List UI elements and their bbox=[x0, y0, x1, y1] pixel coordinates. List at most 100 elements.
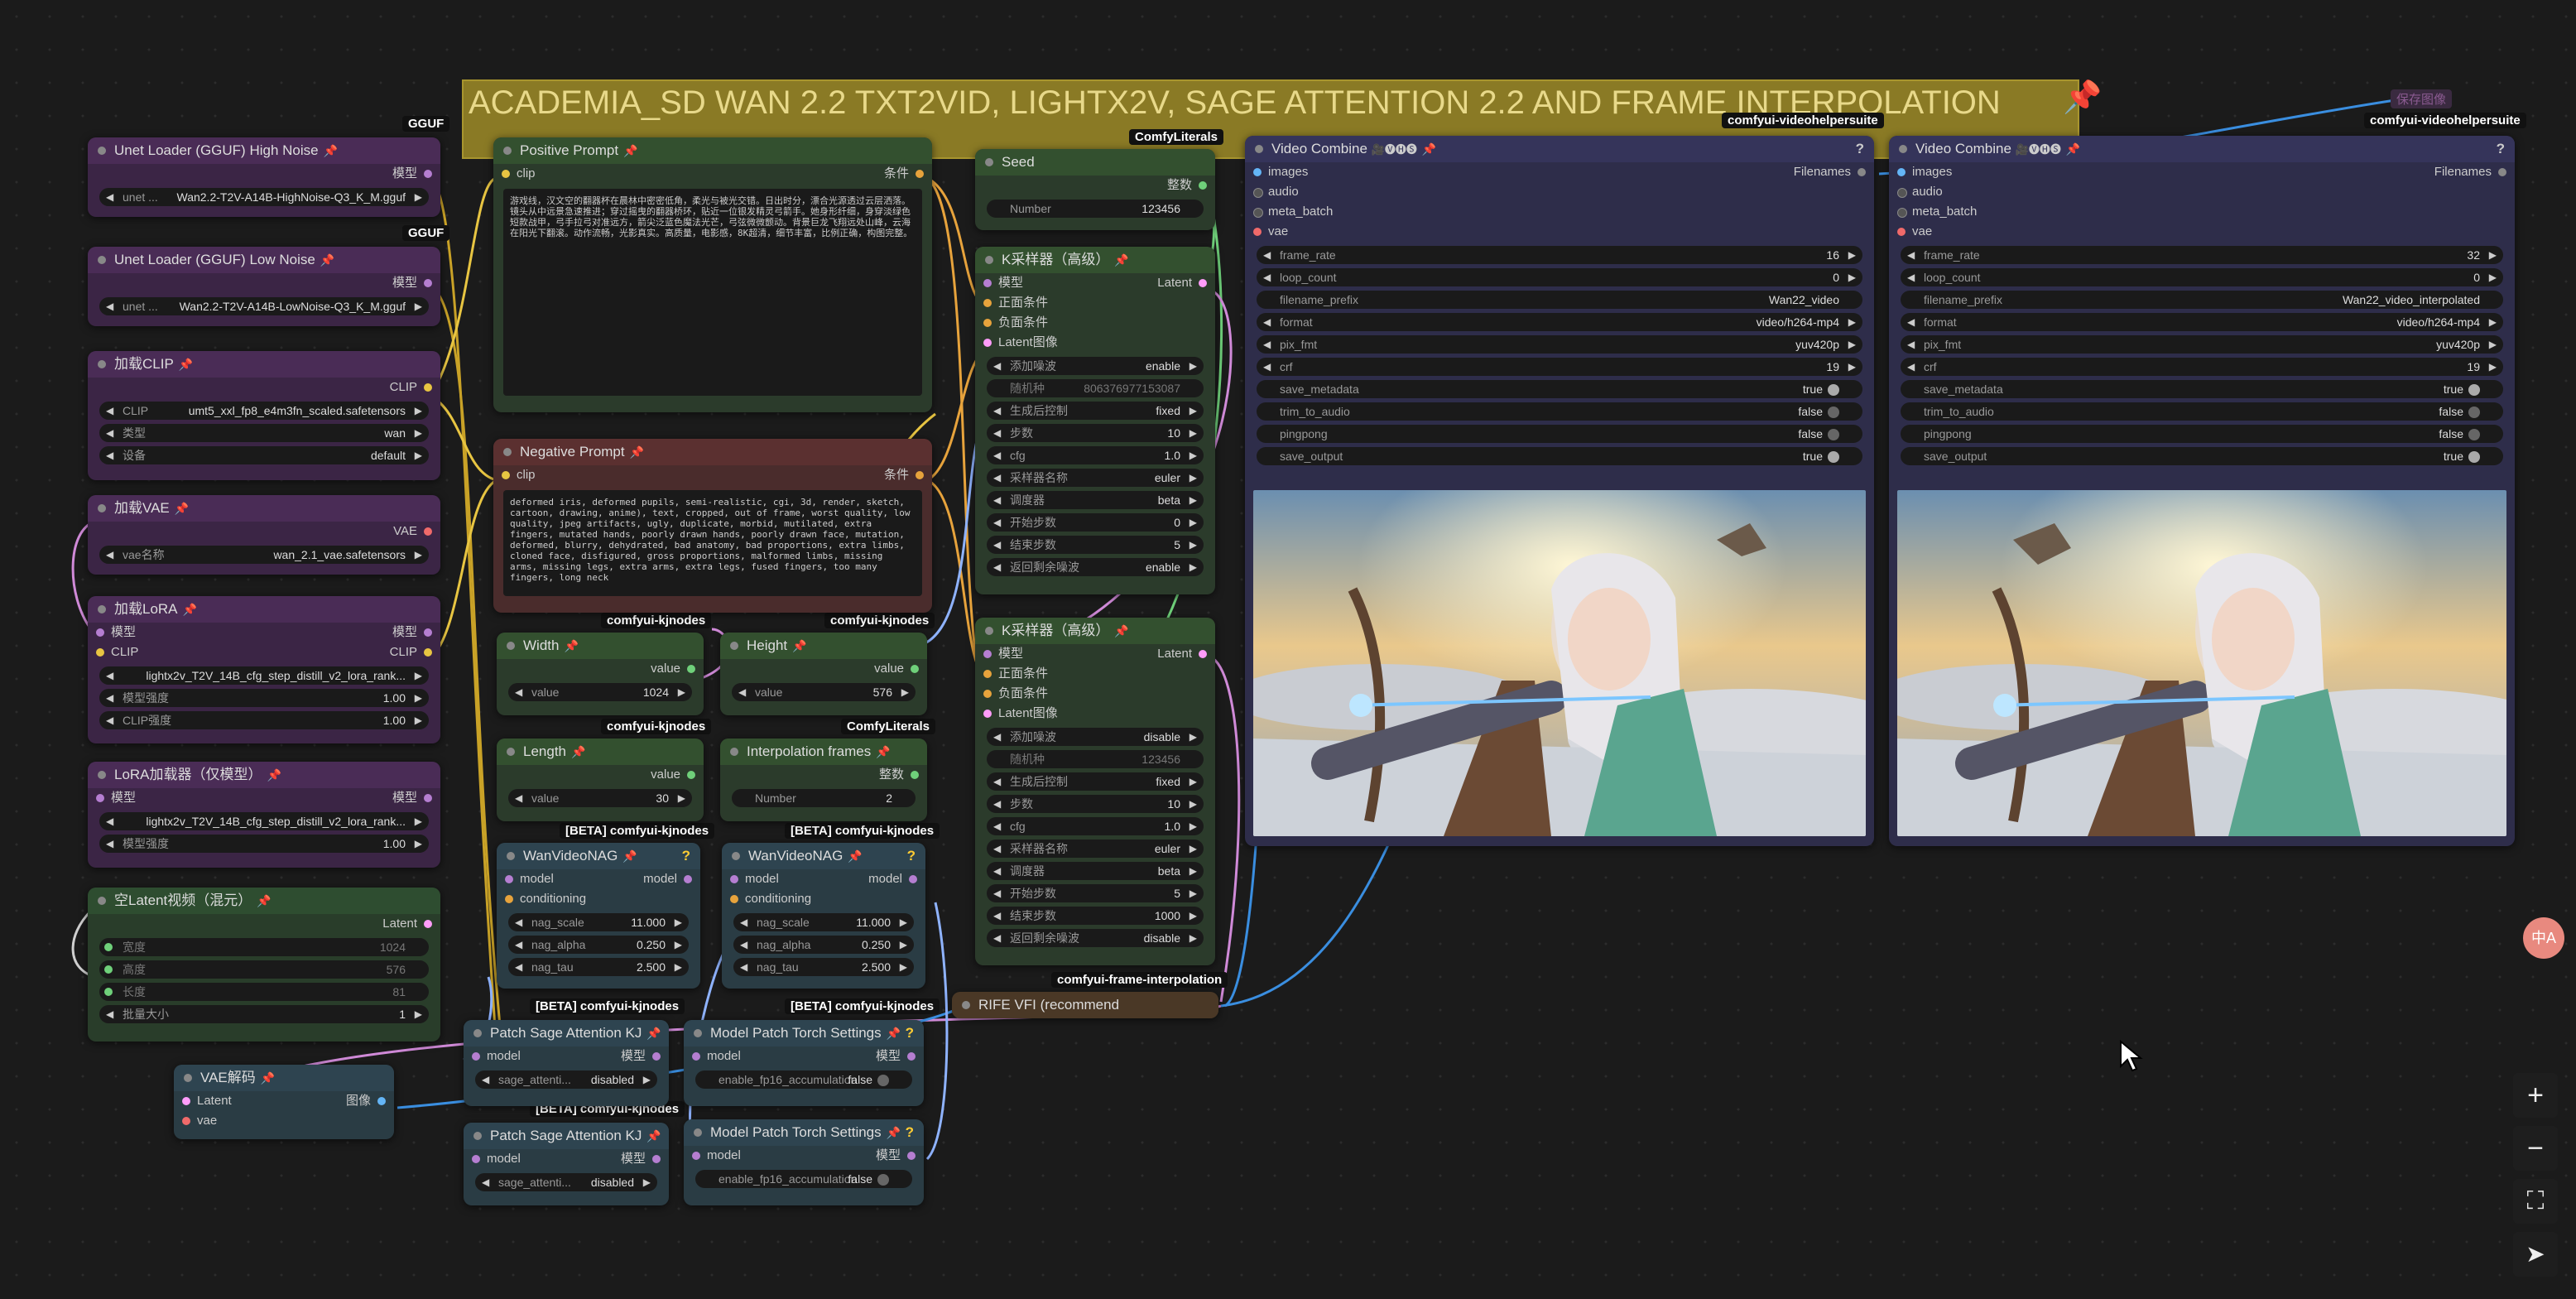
pin-icon[interactable]: 📌 bbox=[887, 1126, 901, 1139]
input-socket[interactable] bbox=[983, 279, 992, 287]
patch-sage-attention-node[interactable]: Patch Sage Attention KJ 📌 model 模型 ◀ sage_a… bbox=[464, 1123, 669, 1205]
control-after-generate-select[interactable]: ◀ 生成后控制 fixed ▶ bbox=[987, 772, 1204, 791]
rife-vfi-node[interactable]: RIFE VFI (recommend bbox=[952, 992, 1218, 1018]
input-socket[interactable] bbox=[1897, 188, 1907, 198]
collapse-dot[interactable] bbox=[473, 1029, 482, 1037]
output-socket[interactable] bbox=[377, 1097, 386, 1105]
prompt-textarea[interactable]: 游戏线，汉文空的翻器杯在晨林中密密低角，柔光与被光交错。日出时分，漂合光源透过云… bbox=[503, 189, 922, 396]
input-socket[interactable] bbox=[1253, 188, 1263, 198]
output-socket[interactable] bbox=[424, 628, 432, 637]
input-socket[interactable] bbox=[730, 875, 738, 883]
steps-stepper[interactable]: ◀ 步数 10 ▶ bbox=[987, 424, 1204, 442]
cfg-stepper[interactable]: ◀ cfg 1.0 ▶ bbox=[987, 446, 1204, 464]
height-input[interactable]: 高度 576 bbox=[99, 960, 429, 979]
unet-name-select[interactable]: ◀ unet ... Wan2.2-T2V-A14B-LowNoise-Q3_K_M… bbox=[99, 297, 429, 315]
toggle-switch[interactable] bbox=[1828, 384, 1839, 397]
nag-alpha-stepper[interactable]: ◀ nag_alpha 0.250 ▶ bbox=[508, 936, 689, 954]
toggle-switch[interactable] bbox=[2468, 407, 2480, 419]
pin-icon[interactable]: 📌 bbox=[564, 639, 578, 652]
language-switch-button[interactable]: 中A bbox=[2523, 917, 2564, 959]
save-metadata-toggle[interactable]: save_metadata true bbox=[1257, 380, 1862, 398]
end-step-stepper[interactable]: ◀ 结束步数 5 ▶ bbox=[987, 536, 1204, 554]
vae-loader-node[interactable]: 加载VAE 📌 VAE ◀ vae名称 wan_2.1_vae.safetensors… bbox=[88, 495, 440, 575]
model-strength-stepper[interactable]: ◀ 模型强度 1.00 ▶ bbox=[99, 689, 429, 707]
pin-icon[interactable]: 📌 bbox=[630, 445, 644, 459]
input-socket[interactable] bbox=[1253, 228, 1262, 236]
crf-stepper[interactable]: ◀ crf 19 ▶ bbox=[1901, 358, 2503, 376]
collapse-dot[interactable] bbox=[473, 1132, 482, 1140]
filename-prefix-input[interactable]: filename_prefix Wan22_video bbox=[1257, 291, 1862, 309]
scheduler-select[interactable]: ◀ 调度器 beta ▶ bbox=[987, 862, 1204, 880]
filename-prefix-input[interactable]: filename_prefix Wan22_video_interpolated bbox=[1901, 291, 2503, 309]
width-input[interactable]: 宽度 1024 bbox=[99, 938, 429, 956]
pin-icon[interactable]: 📌 bbox=[261, 1071, 275, 1085]
pin-icon[interactable]: 📌 bbox=[257, 894, 271, 907]
input-socket[interactable] bbox=[983, 710, 992, 718]
prompt-textarea[interactable]: deformed iris, deformed pupils, semi-rea… bbox=[503, 490, 922, 596]
patch-sage-attention-node[interactable]: Patch Sage Attention KJ 📌 model 模型 ◀ sage_a… bbox=[464, 1020, 669, 1106]
noise-seed-input[interactable]: 随机种 123456 bbox=[987, 750, 1204, 768]
help-icon[interactable]: ? bbox=[906, 1119, 914, 1146]
pix-fmt-select[interactable]: ◀ pix_fmt yuv420p ▶ bbox=[1257, 335, 1862, 354]
collapse-dot[interactable] bbox=[507, 852, 515, 860]
scheduler-select[interactable]: ◀ 调度器 beta ▶ bbox=[987, 491, 1204, 509]
width-value-stepper[interactable]: ◀ value 1024 ▶ bbox=[508, 683, 692, 701]
ksampler-advanced-node[interactable]: K采样器（高级） 📌 模型 Latent 正面条件 负面条件 Latent图像 ◀ 添… bbox=[975, 618, 1215, 965]
empty-latent-video-node[interactable]: 空Latent视频（混元） 📌 Latent 宽度 1024 高度 576 长度 81 … bbox=[88, 888, 440, 1042]
lora-name-select[interactable]: ◀ lightx2v_T2V_14B_cfg_step_distill_v2_lo… bbox=[99, 666, 429, 685]
input-socket[interactable] bbox=[983, 690, 992, 698]
ksampler-advanced-node[interactable]: K采样器（高级） 📌 模型 Latent 正面条件 负面条件 Latent图像 ◀ 添… bbox=[975, 247, 1215, 594]
input-socket[interactable] bbox=[96, 794, 104, 802]
vae-decode-node[interactable]: VAE解码 📌 Latent 图像 vae bbox=[174, 1065, 394, 1139]
output-socket[interactable] bbox=[911, 665, 919, 673]
seed-number-input[interactable]: Number 123456 bbox=[987, 200, 1204, 218]
cfg-stepper[interactable]: ◀ cfg 1.0 ▶ bbox=[987, 817, 1204, 835]
input-socket[interactable] bbox=[983, 299, 992, 307]
collapse-dot[interactable] bbox=[730, 642, 738, 650]
help-icon[interactable]: ? bbox=[906, 1020, 914, 1046]
pin-icon[interactable]: 📌 bbox=[1114, 253, 1128, 267]
toggle-switch[interactable] bbox=[1828, 451, 1839, 464]
pin-icon[interactable]: 📌 bbox=[848, 849, 862, 863]
collapse-dot[interactable] bbox=[985, 627, 993, 635]
loop-count-stepper[interactable]: ◀ loop_count 0 ▶ bbox=[1901, 268, 2503, 286]
interpolation-number-input[interactable]: Number 2 bbox=[732, 789, 916, 807]
zoom-in-button[interactable]: + bbox=[2513, 1073, 2558, 1118]
seed-node[interactable]: Seed 整数 Number 123456 bbox=[975, 149, 1215, 230]
output-socket[interactable] bbox=[907, 1052, 916, 1061]
crf-stepper[interactable]: ◀ crf 19 ▶ bbox=[1257, 358, 1862, 376]
nag-scale-stepper[interactable]: ◀ nag_scale 11.000 ▶ bbox=[508, 913, 689, 931]
frame-rate-stepper[interactable]: ◀ frame_rate 16 ▶ bbox=[1257, 246, 1862, 264]
height-value-stepper[interactable]: ◀ value 576 ▶ bbox=[732, 683, 916, 701]
save-output-toggle[interactable]: save_output true bbox=[1257, 447, 1862, 465]
pingpong-toggle[interactable]: pingpong false bbox=[1901, 425, 2503, 443]
collapse-dot[interactable] bbox=[98, 360, 106, 368]
pin-icon[interactable]: 📌 bbox=[320, 253, 334, 267]
model-strength-stepper[interactable]: ◀ 模型强度 1.00 ▶ bbox=[99, 835, 429, 853]
pin-icon[interactable]: 📌 bbox=[2063, 79, 2102, 116]
pin-icon[interactable]: 📌 bbox=[2066, 142, 2080, 156]
input-socket[interactable] bbox=[472, 1155, 480, 1163]
input-socket[interactable] bbox=[505, 875, 513, 883]
collapse-dot[interactable] bbox=[962, 1001, 970, 1009]
collapse-dot[interactable] bbox=[1255, 145, 1263, 153]
pin-icon[interactable]: 📌 bbox=[175, 502, 189, 515]
sampler-name-select[interactable]: ◀ 采样器名称 euler ▶ bbox=[987, 840, 1204, 858]
return-noise-select[interactable]: ◀ 返回剩余噪波 disable ▶ bbox=[987, 929, 1204, 947]
input-socket[interactable] bbox=[472, 1052, 480, 1061]
positive-prompt-node[interactable]: Positive Prompt 📌 clip 条件 游戏线，汉文空的翻器杯在晨林中密… bbox=[493, 137, 932, 412]
sage-attention-select[interactable]: ◀ sage_attenti... disabled ▶ bbox=[475, 1173, 657, 1191]
pin-icon[interactable]: 📌 bbox=[1422, 142, 1436, 156]
height-node[interactable]: Height 📌 value ◀ value 576 ▶ bbox=[720, 633, 927, 715]
pingpong-toggle[interactable]: pingpong false bbox=[1257, 425, 1862, 443]
output-socket[interactable] bbox=[424, 170, 432, 178]
output-socket[interactable] bbox=[907, 1152, 916, 1160]
pin-icon[interactable]: 📌 bbox=[1114, 624, 1128, 637]
toggle-switch[interactable] bbox=[1828, 429, 1839, 441]
output-socket[interactable] bbox=[1199, 650, 1207, 658]
add-noise-select[interactable]: ◀ 添加噪波 disable ▶ bbox=[987, 728, 1204, 746]
sage-attention-select[interactable]: ◀ sage_attenti... disabled ▶ bbox=[475, 1070, 657, 1089]
frame-rate-stepper[interactable]: ◀ frame_rate 32 ▶ bbox=[1901, 246, 2503, 264]
collapse-dot[interactable] bbox=[98, 147, 106, 155]
input-socket[interactable] bbox=[502, 170, 510, 178]
